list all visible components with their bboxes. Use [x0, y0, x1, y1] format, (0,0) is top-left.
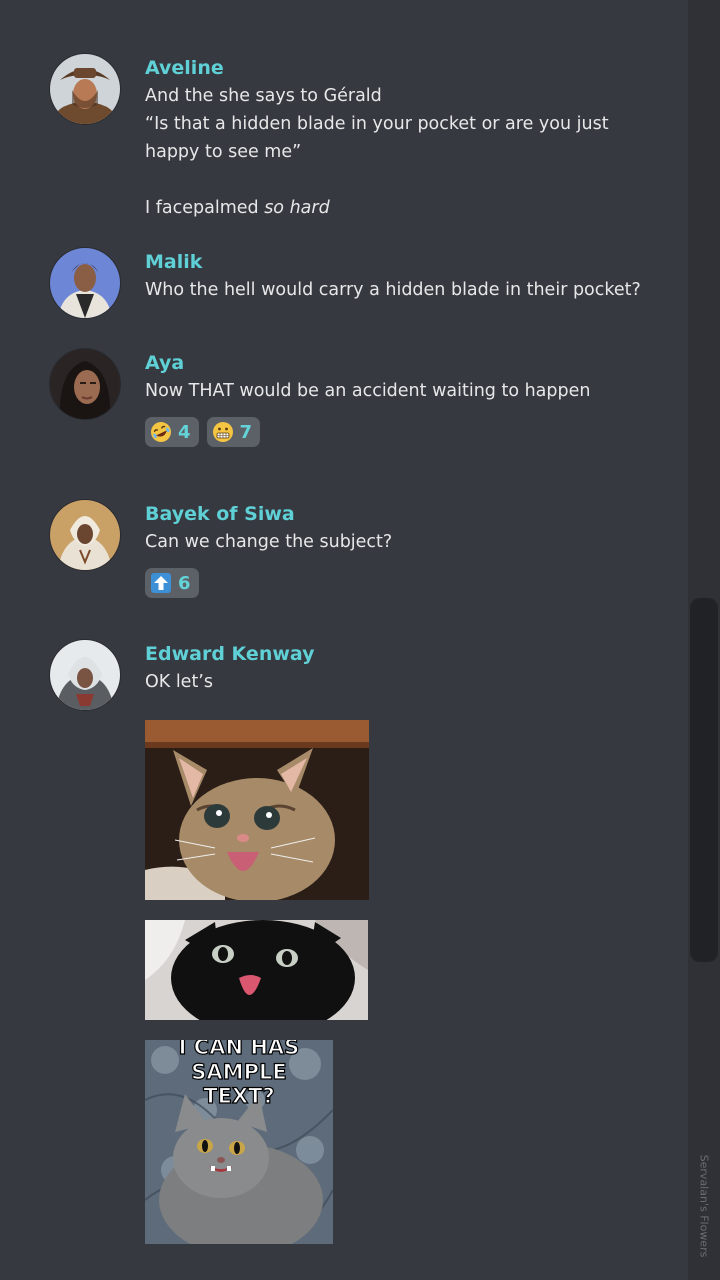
chat-messages: Aveline And the she says to Gérald “Is t… [0, 0, 688, 1280]
side-credit-text: Servalan's Flowers [697, 1154, 711, 1258]
reaction-up-arrow[interactable]: 6 [145, 568, 199, 598]
message-text: And the she says to Gérald [145, 86, 382, 106]
message-text: OK let’s [145, 672, 213, 692]
rolling-on-floor-laughing-icon [151, 422, 171, 442]
reactions: 4 7 [145, 417, 668, 447]
author-name[interactable]: Bayek of Siwa [145, 502, 668, 528]
aya-avatar[interactable] [50, 349, 120, 419]
reactions: 6 [145, 568, 668, 598]
meme-caption-line-2: SAMPLE [191, 1060, 286, 1084]
scrollbar-thumb[interactable] [690, 598, 718, 962]
author-name[interactable]: Aveline [145, 56, 668, 82]
message-text: Who the hell would carry a hidden blade … [145, 280, 641, 300]
reaction-grimace[interactable]: 7 [206, 417, 261, 447]
message-text: Can we change the subject? [145, 532, 393, 552]
surprised-kitten-image[interactable] [145, 720, 369, 900]
author-name[interactable]: Aya [145, 351, 668, 377]
emphasis-text: so hard [264, 198, 330, 218]
bayek-avatar[interactable] [50, 500, 120, 570]
i-can-has-sample-text-cat-image[interactable]: I CAN HAS SAMPLE TEXT? [145, 1040, 333, 1244]
grimacing-face-icon [212, 422, 233, 442]
reaction-rofl[interactable]: 4 [145, 417, 199, 447]
reaction-count: 7 [239, 421, 253, 443]
scrollbar-track[interactable] [688, 0, 720, 1280]
meme-caption-line-3: TEXT? [203, 1084, 274, 1108]
author-name[interactable]: Edward Kenway [145, 642, 668, 668]
reaction-count: 6 [178, 572, 191, 594]
black-cat-tongue-image[interactable] [145, 920, 368, 1020]
message-text: happy to see me” [145, 142, 302, 162]
up-arrow-icon [151, 573, 171, 593]
edward-avatar[interactable] [50, 640, 120, 710]
message-text: “Is that a hidden blade in your pocket o… [145, 114, 609, 134]
author-name[interactable]: Malik [145, 250, 668, 276]
meme-caption-line-1: I CAN HAS [179, 1040, 300, 1059]
malik-avatar[interactable] [50, 248, 120, 318]
aveline-avatar[interactable] [50, 54, 120, 124]
message-text: I facepalmed so hard [145, 198, 330, 218]
reaction-count: 4 [178, 421, 191, 443]
message-text: Now THAT would be an accident waiting to… [145, 381, 591, 401]
